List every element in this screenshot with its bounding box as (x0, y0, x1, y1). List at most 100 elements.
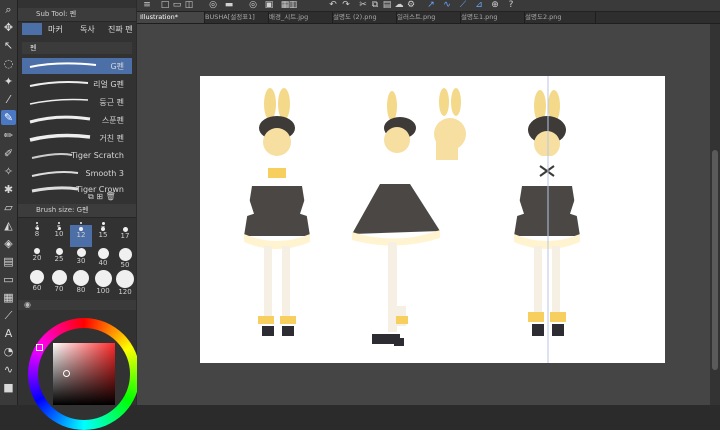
command-bar: ≡ □ ▭ ◫ ◎ ▬ ◎ ▣ ▦ ▥ ↶ ↷ ✂ ⧉ ▤ ☁ ⚙ ↗ ∿ ⟋ … (137, 0, 720, 12)
lasso-icon[interactable]: ◌ (1, 56, 16, 71)
help-icon[interactable]: ? (505, 0, 517, 11)
size-cell[interactable]: 100 (92, 270, 114, 295)
character-back-view (504, 90, 590, 336)
tab-file[interactable]: 일러스트.png (394, 12, 461, 23)
color-picker-cursor[interactable] (63, 370, 70, 377)
size-cell[interactable]: 30 (70, 248, 92, 270)
ruler-snap-icon[interactable]: ⊿ (473, 0, 485, 11)
brush-item-smooth-3[interactable]: Smooth 3 (22, 166, 132, 182)
brush-stroke-preview (29, 62, 97, 68)
pen-tab-icon[interactable] (22, 23, 42, 35)
color-panel-header: ◉ (18, 300, 136, 310)
gear-icon[interactable]: ⚙ (405, 0, 417, 11)
tab-marker[interactable]: 마커 (48, 24, 63, 35)
size-cell[interactable]: 60 (26, 270, 48, 292)
menu-icon[interactable]: ≡ (141, 0, 153, 11)
airbrush-icon[interactable]: ✧ (1, 164, 16, 179)
tab-file[interactable]: 설명도1.png (458, 12, 525, 23)
undo-icon[interactable]: ↶ (327, 0, 339, 11)
copy-icon[interactable]: ⧉ (88, 192, 94, 201)
clear-icon[interactable]: ◎ (247, 0, 259, 11)
redo-icon[interactable]: ↷ (340, 0, 352, 11)
brush-stroke-preview (29, 98, 89, 105)
subtool-title: Sub Tool: 펜 (36, 10, 77, 18)
size-cell[interactable]: 80 (70, 270, 92, 294)
file-tab-bar: Illustration* BUSHA[설정표1] 배경_시트.jpg 설명도 … (137, 12, 720, 24)
stroke-icon[interactable]: ∿ (441, 0, 453, 11)
paste-icon[interactable]: ▤ (381, 0, 393, 11)
eraser-icon[interactable]: ▱ (1, 200, 16, 215)
move-icon[interactable]: ✥ (1, 20, 16, 35)
brush-icon[interactable]: ✐ (1, 146, 16, 161)
size-cell[interactable]: 50 (114, 248, 136, 270)
open-icon[interactable]: ▭ (171, 0, 183, 11)
color-wheel-tab-icon[interactable]: ◉ (24, 300, 31, 309)
vector-icon[interactable]: ⟋ (457, 0, 469, 11)
cloud-icon[interactable]: ☁ (393, 0, 405, 11)
transform-icon[interactable]: ▣ (263, 0, 275, 11)
frame-icon[interactable]: ▦ (1, 290, 16, 305)
pen-pressure-icon[interactable]: ↗ (425, 0, 437, 11)
decoration-icon[interactable]: ✱ (1, 182, 16, 197)
tab-real-pen[interactable]: 진짜 펜 (108, 24, 133, 35)
new-icon[interactable]: ⊞ (96, 192, 103, 201)
subtool-panel: Sub Tool: 펜 마커 독사 진짜 펜 펜 G펜 리얼 G펜 둥근 펜 스… (18, 0, 140, 430)
brush-item-round-pen[interactable]: 둥근 펜 (22, 94, 132, 110)
tool-palette: ⌕ ✥ ↖ ◌ ✦ ⁄ ✎ ✏ ✐ ✧ ✱ ▱ ◭ ◈ ▤ ▭ ▦ ⟋ A ◔ … (0, 0, 18, 405)
correct-line-icon[interactable]: ∿ (1, 362, 16, 377)
layer-icon[interactable]: ▬ (223, 0, 235, 11)
brush-item-spoon-pen[interactable]: 스푼펜 (22, 112, 132, 128)
eyedropper-icon[interactable]: ⁄ (1, 92, 16, 107)
tab-illustration[interactable]: Illustration* (137, 12, 205, 23)
subtool-group[interactable]: 펜 (22, 42, 132, 54)
blend-icon[interactable]: ◭ (1, 218, 16, 233)
color-swatch-icon[interactable]: ■ (1, 380, 16, 395)
size-cell[interactable]: 17 (114, 225, 136, 247)
gradient-icon[interactable]: ▤ (1, 254, 16, 269)
fill-icon[interactable]: ◈ (1, 236, 16, 251)
hue-cursor[interactable] (36, 344, 43, 351)
drawing-canvas[interactable] (200, 76, 665, 363)
tab-file[interactable]: 설명도 (2).png (330, 12, 397, 23)
text-icon[interactable]: A (1, 326, 16, 341)
copy-canvas-icon[interactable]: ⧉ (369, 0, 381, 11)
size-cell[interactable]: 70 (48, 270, 70, 293)
group-label: 펜 (30, 44, 37, 52)
brush-item-rough-pen[interactable]: 거친 펜 (22, 130, 132, 146)
brush-item-real-g-pen[interactable]: 리얼 G펜 (22, 76, 132, 92)
scrollbar-thumb[interactable] (712, 150, 718, 370)
size-cell[interactable]: 10 (48, 225, 70, 247)
new-file-icon[interactable]: □ (159, 0, 171, 11)
brush-stroke-preview (29, 81, 89, 87)
size-cell[interactable]: 25 (48, 248, 70, 270)
balloon-icon[interactable]: ◔ (1, 344, 16, 359)
delete-icon[interactable]: 🗑 (106, 192, 116, 201)
tab-file[interactable]: 배경_시트.jpg (266, 12, 333, 23)
brush-item-tiger-scratch[interactable]: Tiger Scratch (22, 148, 132, 164)
tab-file[interactable]: BUSHA[설정표1] (202, 12, 269, 23)
size-cell[interactable]: 20 (26, 248, 48, 270)
tab-file[interactable]: 설명도2.png (522, 12, 596, 23)
save-icon[interactable]: ◫ (183, 0, 195, 11)
size-cell-selected[interactable]: 12 (70, 225, 92, 247)
auto-select-icon[interactable]: ✦ (1, 74, 16, 89)
size-cell[interactable]: 8 (26, 225, 48, 247)
cut-icon[interactable]: ✂ (357, 0, 369, 11)
brush-stroke-preview (29, 115, 91, 124)
size-cell[interactable]: 120 (114, 270, 136, 296)
snap-icon[interactable]: ⊕ (489, 0, 501, 11)
pencil-icon[interactable]: ✏ (1, 128, 16, 143)
share-icon[interactable]: ◎ (207, 0, 219, 11)
brush-item-g-pen[interactable]: G펜 (22, 58, 132, 74)
grid-icon[interactable]: ▥ (287, 0, 299, 11)
magnifier-icon[interactable]: ⌕ (1, 2, 16, 17)
subtool-actions: ⧉ ⊞ 🗑 (88, 192, 116, 202)
size-cell[interactable]: 40 (92, 248, 114, 270)
figure-icon[interactable]: ▭ (1, 272, 16, 287)
ruler-icon[interactable]: ⟋ (1, 308, 16, 323)
tab-dosa[interactable]: 독사 (80, 24, 95, 35)
operation-icon[interactable]: ↖ (1, 38, 16, 53)
size-cell[interactable]: 15 (92, 225, 114, 247)
pen-icon[interactable]: ✎ (1, 110, 16, 125)
character-reference-sheet (234, 76, 590, 363)
